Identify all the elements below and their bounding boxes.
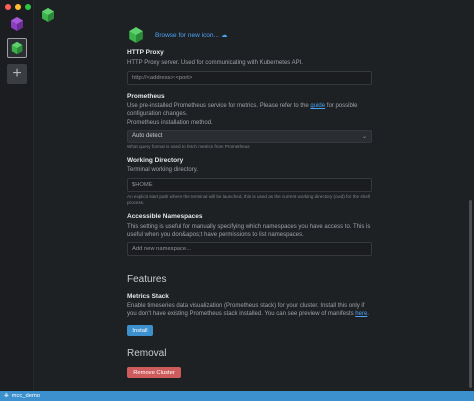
- working-directory-input[interactable]: $HOME: [127, 178, 372, 192]
- prometheus-label: Prometheus: [127, 93, 165, 100]
- browse-icon-label: Browse for new icon...: [155, 31, 219, 39]
- status-cluster-name: mcc_demo: [11, 393, 40, 399]
- cluster-sidebar: +: [0, 0, 34, 391]
- scrollbar-thumb[interactable]: [469, 200, 472, 388]
- status-bar: ⎈ mcc_demo: [0, 391, 474, 401]
- sidebar-item-cluster-2[interactable]: [7, 38, 27, 58]
- plus-icon: +: [12, 65, 22, 82]
- prometheus-description: Use pre-installed Prometheus service for…: [127, 102, 372, 118]
- add-cluster-button[interactable]: +: [7, 64, 27, 84]
- metrics-stack-description: Enable timeseries data visualization (Pr…: [127, 302, 372, 318]
- http-proxy-description: HTTP Proxy server. Used for communicatin…: [127, 60, 303, 66]
- app-window: + Browse for new icon... ☁ HTTP Proxy HT…: [0, 0, 474, 401]
- http-proxy-label: HTTP Proxy: [127, 49, 164, 56]
- remove-cluster-button[interactable]: Remove Cluster: [127, 367, 181, 378]
- minimize-window-button[interactable]: [15, 4, 21, 10]
- metrics-stack-description-post: .: [367, 311, 369, 317]
- close-window-button[interactable]: [5, 4, 11, 10]
- prometheus-method-select[interactable]: Auto detect ⌄: [127, 130, 372, 143]
- cluster-icon-row: Browse for new icon... ☁: [127, 26, 227, 44]
- cluster-status-icon: ⎈: [4, 392, 9, 399]
- manifests-link[interactable]: here: [355, 311, 367, 317]
- settings-panel: Browse for new icon... ☁ HTTP Proxy HTTP…: [34, 0, 466, 391]
- prometheus-method-text: Prometheus installation method.: [127, 120, 213, 126]
- maximize-window-button[interactable]: [25, 4, 31, 10]
- metrics-stack-description-pre: Enable timeseries data visualization (Pr…: [127, 303, 365, 317]
- namespaces-description: This setting is useful for manually spec…: [127, 224, 371, 238]
- features-heading: Features: [127, 274, 167, 285]
- http-proxy-input[interactable]: http://<address>:<port>: [127, 71, 372, 85]
- install-metrics-button[interactable]: Install: [127, 325, 153, 336]
- prometheus-hint: What query format is used to fetch metri…: [127, 144, 250, 149]
- working-directory-description: Terminal working directory.: [127, 167, 198, 173]
- working-directory-hint: An explicit start path where the termina…: [127, 194, 370, 205]
- cluster-hex-icon: [11, 41, 23, 55]
- browse-icon-link[interactable]: Browse for new icon... ☁: [155, 31, 228, 40]
- sidebar-item-cluster-1[interactable]: [7, 14, 27, 34]
- prometheus-description-pre: Use pre-installed Prometheus service for…: [127, 103, 311, 109]
- cloud-upload-icon: ☁: [220, 32, 228, 39]
- removal-heading: Removal: [127, 348, 167, 359]
- namespaces-label: Accessible Namespaces: [127, 213, 203, 220]
- metrics-stack-label: Metrics Stack: [127, 293, 169, 300]
- chevron-down-icon: ⌄: [361, 134, 367, 140]
- namespace-input[interactable]: Add new namespace...: [127, 242, 372, 256]
- working-directory-label: Working Directory: [127, 157, 184, 164]
- window-controls: [5, 4, 31, 10]
- prometheus-method-value: Auto detect: [132, 133, 163, 139]
- guide-link[interactable]: guide: [310, 103, 325, 109]
- cluster-icon-preview: [129, 27, 143, 43]
- cluster-hex-icon: [11, 17, 23, 31]
